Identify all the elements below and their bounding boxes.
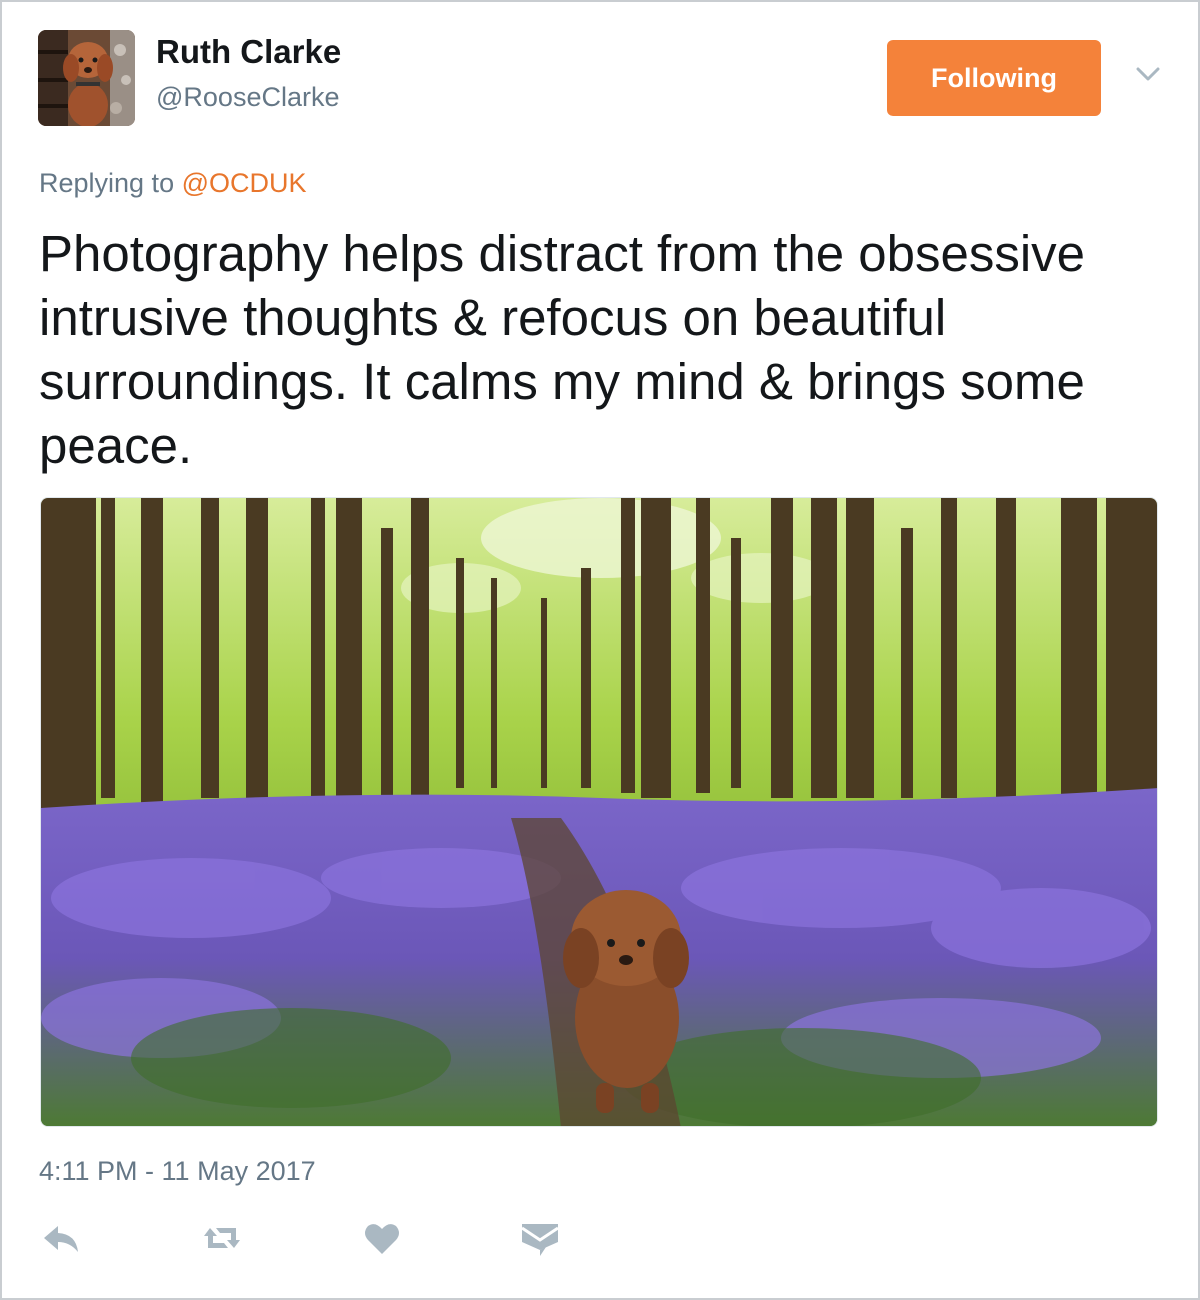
author-avatar[interactable] (38, 30, 135, 126)
tweet-timestamp[interactable]: 4:11 PM - 11 May 2017 (39, 1156, 316, 1187)
replying-to-label: Replying to (39, 168, 175, 198)
retweet-icon[interactable] (200, 1216, 244, 1260)
replying-to: Replying to @OCDUK (39, 168, 307, 199)
dog-avatar-icon (38, 30, 135, 126)
following-button[interactable]: Following (887, 40, 1101, 116)
tweet-text: Photography helps distract from the obse… (39, 225, 1086, 474)
reply-icon[interactable] (40, 1216, 84, 1260)
author-handle[interactable]: @RooseClarke (156, 82, 339, 113)
chevron-down-icon[interactable] (1133, 62, 1163, 86)
tweet-photo[interactable] (40, 497, 1158, 1127)
like-icon[interactable] (360, 1216, 404, 1260)
author-name[interactable]: Ruth Clarke (156, 33, 341, 71)
direct-message-icon[interactable] (518, 1216, 562, 1260)
reply-mention-link[interactable]: @OCDUK (182, 168, 307, 198)
bluebell-woods-photo-icon (41, 498, 1157, 1126)
